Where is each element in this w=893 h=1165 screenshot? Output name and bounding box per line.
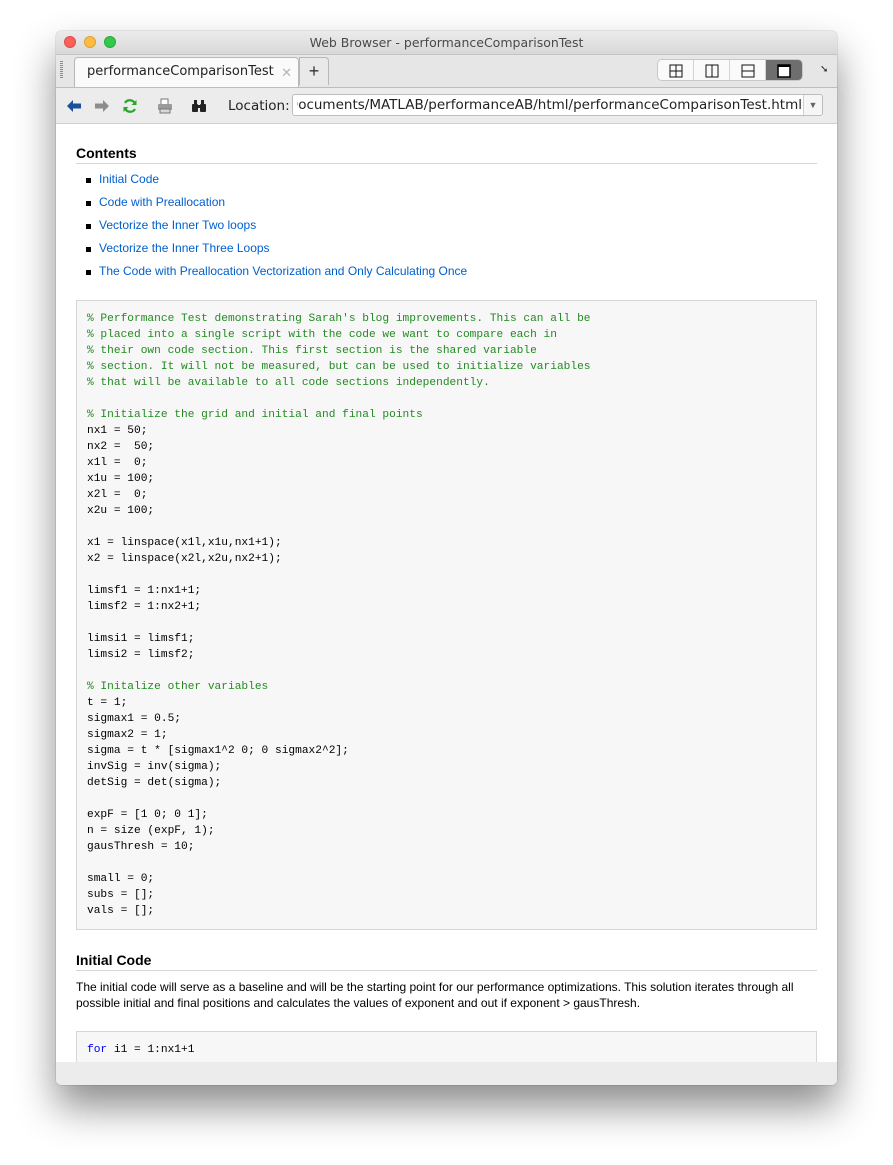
tab-performance-comparison-test[interactable]: performanceComparisonTest ✕ bbox=[74, 57, 299, 87]
single-panel-icon bbox=[777, 64, 791, 78]
maximize-layout-button[interactable] bbox=[766, 60, 802, 80]
title-bar: Web Browser - performanceComparisonTest bbox=[56, 31, 837, 55]
tile-columns-button[interactable] bbox=[694, 60, 730, 80]
code-line: vals = []; bbox=[87, 905, 155, 917]
initial-code-heading: Initial Code bbox=[76, 952, 817, 971]
initial-code-block: for i1 = 1:nx1+1 bbox=[76, 1031, 817, 1062]
tile-rows-button[interactable] bbox=[730, 60, 766, 80]
code-line: sigmax1 = 0.5; bbox=[87, 713, 181, 725]
window-title: Web Browser - performanceComparisonTest bbox=[309, 35, 584, 50]
contents-heading: Contents bbox=[76, 145, 817, 164]
split-vertical-icon bbox=[705, 64, 718, 78]
shared-variables-code-block: % Performance Test demonstrating Sarah's… bbox=[76, 300, 817, 930]
toc-link-final-code[interactable]: The Code with Preallocation Vectorizatio… bbox=[99, 264, 467, 278]
toc-item: The Code with Preallocation Vectorizatio… bbox=[76, 260, 467, 283]
toc-item: Vectorize the Inner Three Loops bbox=[76, 237, 467, 260]
code-line: x1u = 100; bbox=[87, 473, 155, 485]
back-arrow-icon[interactable] bbox=[65, 97, 83, 115]
split-horizontal-icon bbox=[741, 64, 754, 78]
toc-item: Vectorize the Inner Two loops bbox=[76, 214, 467, 237]
code-line: t = 1; bbox=[87, 697, 128, 709]
table-of-contents: Initial Code Code with Preallocation Vec… bbox=[76, 168, 467, 283]
close-tab-icon[interactable]: ✕ bbox=[281, 65, 292, 81]
grid-2x2-icon bbox=[669, 64, 682, 78]
status-bar bbox=[56, 1062, 837, 1085]
code-line: limsf1 = 1:nx1+1; bbox=[87, 585, 202, 597]
code-line: x1 = linspace(x1l,x1u,nx1+1); bbox=[87, 537, 282, 549]
code-line: x1l = 0; bbox=[87, 457, 148, 469]
location-dropdown-icon[interactable]: ▼ bbox=[803, 95, 822, 115]
code-line: x2u = 100; bbox=[87, 505, 155, 517]
code-line: limsf2 = 1:nx2+1; bbox=[87, 601, 202, 613]
tab-label: performanceComparisonTest bbox=[87, 64, 274, 79]
code-line: gausThresh = 10; bbox=[87, 841, 195, 853]
layout-selector bbox=[657, 59, 803, 81]
location-input[interactable] bbox=[295, 95, 802, 115]
location-label: Location: bbox=[228, 98, 290, 114]
code-listing: % Performance Test demonstrating Sarah's… bbox=[87, 311, 806, 919]
refresh-icon[interactable] bbox=[121, 97, 139, 115]
toc-link-initial-code[interactable]: Initial Code bbox=[99, 172, 159, 186]
forward-arrow-icon[interactable] bbox=[93, 97, 111, 115]
code-line: nx1 = 50; bbox=[87, 425, 148, 437]
code-comment-line: % section. It will not be measured, but … bbox=[87, 361, 591, 373]
new-tab-button[interactable]: + bbox=[299, 57, 329, 85]
toc-item: Code with Preallocation bbox=[76, 191, 467, 214]
code-line: nx2 = 50; bbox=[87, 441, 155, 453]
code-line: sigmax2 = 1; bbox=[87, 729, 168, 741]
undock-icon[interactable]: ➘ bbox=[820, 64, 828, 75]
code-line: x2 = linspace(x2l,x2u,nx2+1); bbox=[87, 553, 282, 565]
code-listing: for i1 = 1:nx1+1 bbox=[87, 1042, 806, 1058]
location-field[interactable]: ▼ bbox=[292, 94, 823, 116]
code-line: for i1 = 1:nx1+1 bbox=[87, 1042, 806, 1058]
code-line: small = 0; bbox=[87, 873, 155, 885]
toc-link-vectorize-inner-three[interactable]: Vectorize the Inner Three Loops bbox=[99, 241, 270, 255]
code-line: detSig = det(sigma); bbox=[87, 777, 222, 789]
code-comment-line: % their own code section. This first sec… bbox=[87, 345, 537, 357]
tab-bar: performanceComparisonTest ✕ + ➘ bbox=[56, 55, 837, 88]
toc-item: Initial Code bbox=[76, 168, 467, 191]
code-line: limsi2 = limsf2; bbox=[87, 649, 195, 661]
toc-link-vectorize-inner-two[interactable]: Vectorize the Inner Two loops bbox=[99, 218, 256, 232]
code-comment-line: % Performance Test demonstrating Sarah's… bbox=[87, 313, 591, 325]
code-comment-line: % that will be available to all code sec… bbox=[87, 377, 490, 389]
printer-icon[interactable] bbox=[156, 97, 174, 115]
browser-window: Web Browser - performanceComparisonTest … bbox=[56, 31, 837, 1085]
initial-code-description: The initial code will serve as a baselin… bbox=[76, 980, 794, 1010]
code-line: limsi1 = limsf1; bbox=[87, 633, 195, 645]
page-content[interactable]: Contents Initial Code Code with Prealloc… bbox=[56, 124, 837, 1062]
tile-grid-button[interactable] bbox=[658, 60, 694, 80]
binoculars-icon[interactable] bbox=[190, 97, 208, 115]
code-comment-line: % placed into a single script with the c… bbox=[87, 329, 557, 341]
code-line: expF = [1 0; 0 1]; bbox=[87, 809, 208, 821]
code-line: n = size (expF, 1); bbox=[87, 825, 215, 837]
toc-link-code-with-preallocation[interactable]: Code with Preallocation bbox=[99, 195, 225, 209]
drag-grip-icon[interactable] bbox=[60, 61, 63, 79]
code-keyword: for bbox=[87, 1044, 108, 1056]
browser-toolbar: Location: ▼ bbox=[56, 88, 837, 124]
code-line: sigma = t * [sigmax1^2 0; 0 sigmax2^2]; bbox=[87, 745, 349, 757]
code-line: invSig = inv(sigma); bbox=[87, 761, 222, 773]
code-line: subs = []; bbox=[87, 889, 155, 901]
code-comment-line: % Initalize other variables bbox=[87, 681, 269, 693]
code-text: i1 = 1:nx1+1 bbox=[107, 1044, 195, 1056]
code-line: x2l = 0; bbox=[87, 489, 148, 501]
code-comment-line: % Initialize the grid and initial and fi… bbox=[87, 409, 423, 421]
